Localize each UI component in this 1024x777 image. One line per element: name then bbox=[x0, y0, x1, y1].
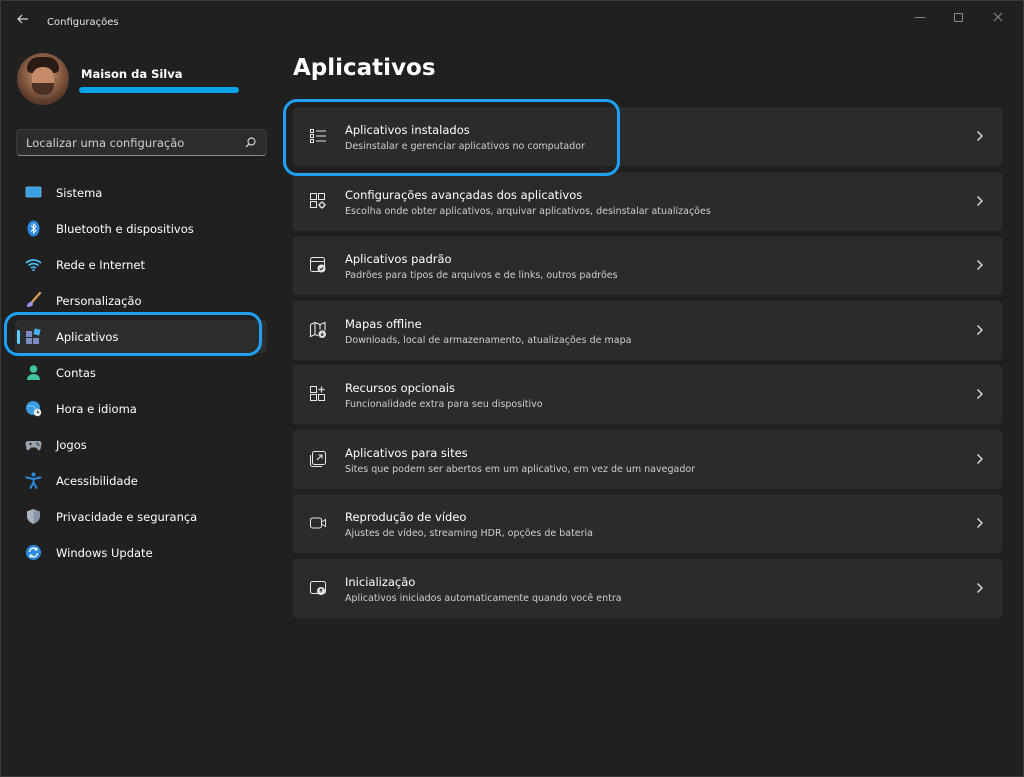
card-subtitle: Funcionalidade extra para seu dispositiv… bbox=[345, 399, 543, 410]
sidebar-item-jogos[interactable]: Jogos bbox=[15, 428, 267, 461]
card-title: Reprodução de vídeo bbox=[345, 510, 467, 524]
annotation-highlight-aplicativos-instalados bbox=[283, 99, 620, 176]
shield-icon bbox=[27, 509, 40, 524]
sidebar-item-bluetooth[interactable]: Bluetooth e dispositivos bbox=[15, 212, 267, 245]
sidebar-item-label: Personalização bbox=[56, 294, 142, 308]
chevron-right-icon bbox=[977, 260, 983, 270]
title-bar: Configurações bbox=[1, 1, 1023, 35]
card-title: Aplicativos para sites bbox=[345, 446, 468, 460]
sidebar-item-privacidade[interactable]: Privacidade e segurança bbox=[15, 500, 267, 533]
window-title: Configurações bbox=[47, 17, 119, 28]
card-subtitle: Padrões para tipos de arquivos e de link… bbox=[345, 270, 618, 281]
card-subtitle: Downloads, local de armazenamento, atual… bbox=[345, 335, 632, 346]
card-configuracoes-avancadas[interactable]: Configurações avançadas dos aplicativos … bbox=[293, 172, 1002, 231]
search-input[interactable] bbox=[17, 130, 237, 155]
card-aplicativos-para-sites[interactable]: Aplicativos para sites Sites que podem s… bbox=[293, 430, 1002, 489]
arrow-left-icon bbox=[17, 14, 28, 24]
globe-clock-icon bbox=[26, 401, 42, 417]
chevron-right-icon bbox=[977, 454, 983, 464]
gamepad-icon bbox=[25, 441, 42, 451]
card-aplicativos-padrao[interactable]: Aplicativos padrão Padrões para tipos de… bbox=[293, 236, 1002, 295]
card-title: Configurações avançadas dos aplicativos bbox=[345, 188, 583, 202]
card-title: Inicialização bbox=[345, 575, 416, 589]
annotation-highlight-aplicativos bbox=[4, 312, 262, 356]
sidebar-item-label: Hora e idioma bbox=[56, 402, 137, 416]
profile-email-redaction bbox=[79, 87, 239, 93]
maximize-button[interactable] bbox=[943, 7, 973, 27]
map-icon bbox=[309, 321, 326, 338]
startup-icon bbox=[310, 581, 326, 595]
card-subtitle: Escolha onde obter aplicativos, arquivar… bbox=[345, 206, 711, 217]
sidebar-item-windows-update[interactable]: Windows Update bbox=[15, 536, 267, 569]
minimize-icon bbox=[915, 16, 925, 18]
advanced-apps-icon bbox=[310, 193, 326, 209]
chevron-right-icon bbox=[977, 583, 983, 593]
update-icon bbox=[26, 545, 41, 560]
card-inicializacao[interactable]: Inicialização Aplicativos iniciados auto… bbox=[293, 559, 1002, 618]
sidebar-item-acessibilidade[interactable]: Acessibilidade bbox=[15, 464, 267, 497]
sidebar-item-label: Bluetooth e dispositivos bbox=[56, 222, 194, 236]
sidebar-item-sistema[interactable]: Sistema bbox=[15, 176, 267, 209]
chevron-right-icon bbox=[977, 196, 983, 206]
sidebar-item-contas[interactable]: Contas bbox=[15, 356, 267, 389]
sidebar-item-label: Windows Update bbox=[56, 546, 153, 560]
card-subtitle: Aplicativos iniciados automaticamente qu… bbox=[345, 593, 622, 604]
accessibility-icon bbox=[25, 472, 42, 489]
search-box bbox=[16, 129, 267, 156]
card-title: Mapas offline bbox=[345, 317, 422, 331]
search-icon[interactable] bbox=[245, 137, 256, 148]
card-recursos-opcionais[interactable]: Recursos opcionais Funcionalidade extra … bbox=[293, 365, 1002, 424]
sidebar-item-hora[interactable]: Hora e idioma bbox=[15, 392, 267, 425]
sidebar-item-label: Sistema bbox=[56, 186, 103, 200]
card-subtitle: Sites que podem ser abertos em um aplica… bbox=[345, 464, 696, 475]
optional-features-icon bbox=[310, 386, 325, 401]
card-reproducao-de-video[interactable]: Reprodução de vídeo Ajustes de vídeo, st… bbox=[293, 494, 1002, 553]
avatar bbox=[17, 53, 69, 105]
minimize-button[interactable] bbox=[905, 7, 935, 27]
close-icon bbox=[993, 12, 1003, 22]
open-in-app-icon bbox=[310, 451, 326, 467]
chevron-right-icon bbox=[977, 131, 983, 141]
chevron-right-icon bbox=[977, 389, 983, 399]
back-button[interactable] bbox=[11, 9, 35, 29]
page-title: Aplicativos bbox=[293, 55, 436, 81]
wifi-icon bbox=[25, 259, 42, 272]
sidebar-item-label: Rede e Internet bbox=[56, 258, 145, 272]
close-button[interactable] bbox=[983, 7, 1013, 27]
chevron-right-icon bbox=[977, 518, 983, 528]
sidebar-item-label: Contas bbox=[56, 366, 96, 380]
profile-name: Maison da Silva bbox=[81, 67, 183, 81]
person-icon bbox=[27, 365, 40, 380]
default-apps-icon bbox=[310, 257, 326, 273]
brush-icon bbox=[27, 292, 42, 307]
sidebar-item-label: Privacidade e segurança bbox=[56, 510, 198, 524]
settings-window: Configurações Maison da Silva Sistema Bl… bbox=[0, 0, 1024, 777]
sidebar-item-label: Acessibilidade bbox=[56, 474, 138, 488]
user-profile[interactable]: Maison da Silva bbox=[17, 53, 267, 107]
chevron-right-icon bbox=[977, 325, 983, 335]
card-title: Recursos opcionais bbox=[345, 381, 455, 395]
maximize-icon bbox=[953, 12, 963, 22]
card-subtitle: Ajustes de vídeo, streaming HDR, opções … bbox=[345, 528, 594, 539]
video-icon bbox=[310, 517, 326, 529]
avatar-beard bbox=[32, 83, 54, 95]
sidebar-item-rede[interactable]: Rede e Internet bbox=[15, 248, 267, 281]
bluetooth-icon bbox=[27, 220, 40, 237]
card-mapas-offline[interactable]: Mapas offline Downloads, local de armaze… bbox=[293, 301, 1002, 360]
monitor-icon bbox=[25, 186, 42, 198]
sidebar-item-label: Jogos bbox=[56, 438, 87, 452]
card-title: Aplicativos padrão bbox=[345, 252, 452, 266]
